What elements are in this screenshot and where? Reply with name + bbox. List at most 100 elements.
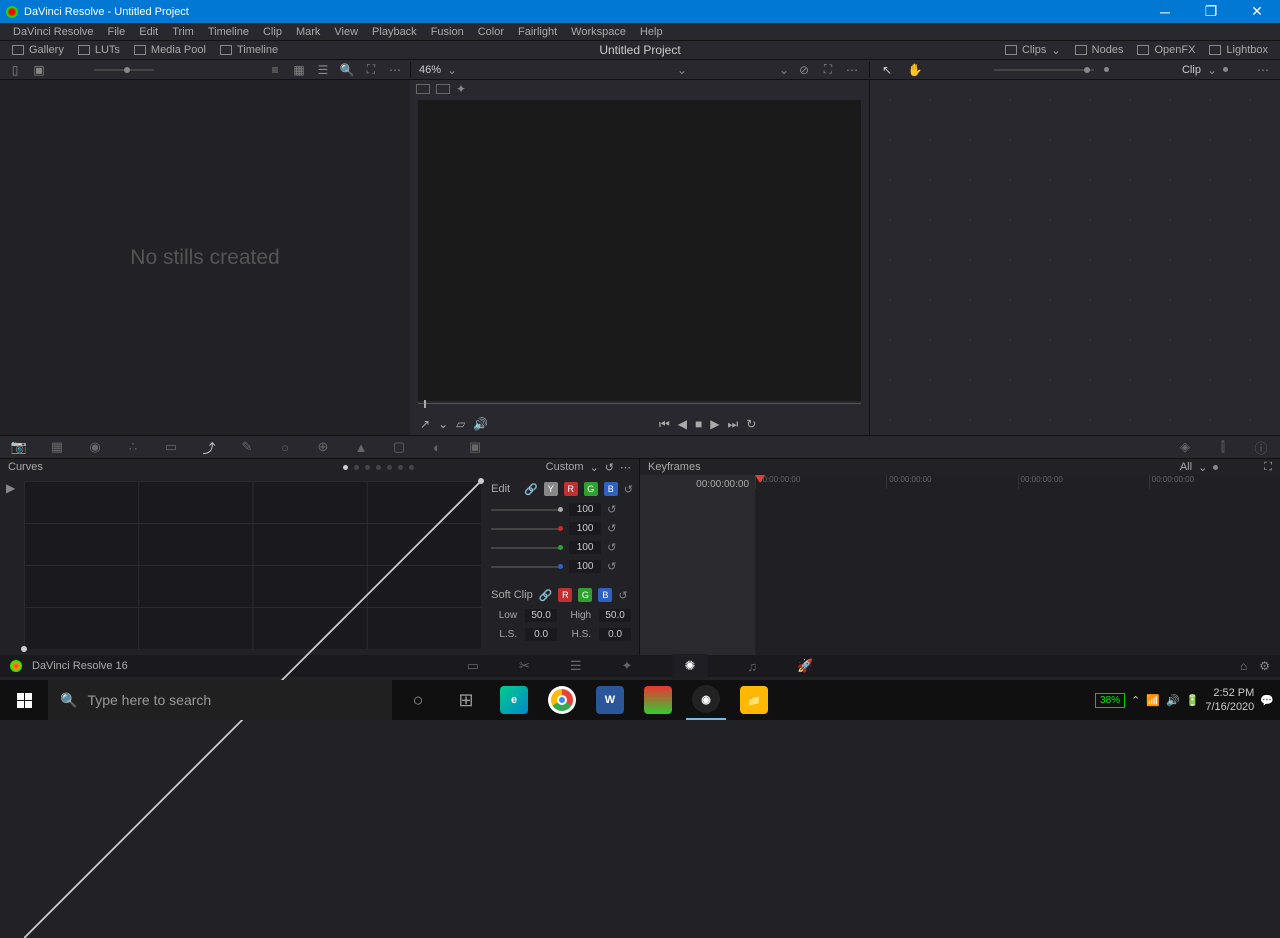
timeline-toggle[interactable]: Timeline xyxy=(214,42,284,58)
scopes-icon[interactable]: ⫿ xyxy=(1214,439,1232,455)
task-view-icon[interactable]: ⊞ xyxy=(446,680,486,720)
blur-icon[interactable]: ▢ xyxy=(390,439,408,455)
ls-value[interactable]: 0.0 xyxy=(525,628,557,641)
reset-icon[interactable]: ↺ xyxy=(607,522,616,535)
qualifier-icon[interactable]: ✎ xyxy=(238,439,256,455)
curves-mode-dropdown[interactable]: Custom xyxy=(546,461,584,473)
magic-mask-icon[interactable]: ▲ xyxy=(352,439,370,455)
more-icon[interactable]: ⋯ xyxy=(620,461,631,474)
chrome-app[interactable] xyxy=(542,680,582,720)
maximize-button[interactable]: ❐ xyxy=(1188,0,1234,23)
lum-slider[interactable] xyxy=(491,509,563,511)
davinci-app[interactable]: ◉ xyxy=(686,680,726,720)
high-value[interactable]: 50.0 xyxy=(599,609,631,622)
menu-edit[interactable]: Edit xyxy=(132,26,165,38)
menu-davinci[interactable]: DaVinci Resolve xyxy=(6,26,101,38)
menu-fairlight[interactable]: Fairlight xyxy=(511,26,564,38)
node-graph-panel[interactable] xyxy=(870,80,1280,435)
notifications-icon[interactable]: 💬 xyxy=(1260,694,1274,707)
expand-icon[interactable]: ⛶ xyxy=(362,62,380,78)
volume-icon[interactable]: 🔊 xyxy=(1166,694,1180,707)
color-page-icon[interactable]: ✺ xyxy=(672,654,707,678)
reset-icon[interactable]: ↺ xyxy=(618,589,627,602)
chevron-down-icon[interactable]: ⌄ xyxy=(590,461,599,474)
viewer-mode-dropdown[interactable]: ⌄ xyxy=(779,63,789,77)
battery-indicator[interactable]: 38% xyxy=(1095,693,1125,708)
sizing-icon[interactable]: ▣ xyxy=(466,439,484,455)
thumbnail-size-slider[interactable] xyxy=(94,69,154,71)
app-icon[interactable] xyxy=(638,680,678,720)
curve-graph[interactable] xyxy=(24,481,481,649)
bypass-icon[interactable]: ⊘ xyxy=(795,62,813,78)
low-value[interactable]: 50.0 xyxy=(525,609,557,622)
kf-filter-dropdown[interactable]: All xyxy=(1180,461,1192,473)
viewer-expand-icon[interactable]: ⛶ xyxy=(819,62,837,78)
menu-color[interactable]: Color xyxy=(471,26,511,38)
chevron-down-icon[interactable]: ⌄ xyxy=(1207,63,1217,77)
menu-view[interactable]: View xyxy=(327,26,365,38)
tracker-icon[interactable]: ⊕ xyxy=(314,439,332,455)
window-icon[interactable]: ○ xyxy=(276,439,294,455)
unmix-icon[interactable]: ▱ xyxy=(456,417,465,431)
list-view-icon[interactable]: ☰ xyxy=(314,62,332,78)
nodes-toggle[interactable]: Nodes xyxy=(1069,42,1130,58)
chevron-down-icon[interactable]: ⌄ xyxy=(447,63,457,77)
kf-expand-icon[interactable]: ⛶ xyxy=(1264,461,1272,474)
key-icon[interactable]: ◐ xyxy=(428,439,446,455)
lum-channel-button[interactable]: Y xyxy=(544,482,558,496)
pointer-icon[interactable]: ↖ xyxy=(878,62,896,78)
prev-clip-icon[interactable]: ⏮ xyxy=(659,417,670,432)
cortana-icon[interactable]: ○ xyxy=(398,680,438,720)
settings-icon[interactable]: ⚙ xyxy=(1259,659,1270,673)
menu-help[interactable]: Help xyxy=(633,26,670,38)
loop-icon[interactable]: ↻ xyxy=(746,417,756,431)
gallery-toggle[interactable]: Gallery xyxy=(6,42,70,58)
link-icon[interactable]: 🔗 xyxy=(539,589,553,602)
menu-workspace[interactable]: Workspace xyxy=(564,26,633,38)
taskbar-clock[interactable]: 2:52 PM 7/16/2020 xyxy=(1205,686,1254,715)
blue-value[interactable]: 100 xyxy=(569,560,601,573)
picker-icon[interactable]: ↗ xyxy=(420,417,430,431)
keyframe-track[interactable]: 00:00:00:00 00:00:00:00 00:00:00:00 00:0… xyxy=(755,475,1280,655)
taskbar-search[interactable]: 🔍 Type here to search xyxy=(48,680,392,720)
menu-mark[interactable]: Mark xyxy=(289,26,327,38)
green-channel-button[interactable]: G xyxy=(584,482,598,496)
cut-page-icon[interactable]: ✂ xyxy=(519,658,530,674)
home-icon[interactable]: ⌂ xyxy=(1240,659,1247,673)
image-wipe-icon[interactable] xyxy=(416,84,430,94)
motion-effects-icon[interactable]: ▭ xyxy=(162,439,180,455)
green-slider[interactable] xyxy=(491,547,563,549)
kf-playhead[interactable] xyxy=(755,475,765,483)
menu-fusion[interactable]: Fusion xyxy=(424,26,471,38)
rgb-mixer-icon[interactable]: ∴ xyxy=(124,439,142,455)
blue-slider[interactable] xyxy=(491,566,563,568)
tray-chevron-icon[interactable]: ⌃ xyxy=(1131,694,1140,707)
menu-trim[interactable]: Trim xyxy=(165,26,201,38)
play-reverse-icon[interactable]: ◀ xyxy=(678,417,687,431)
sc-red-button[interactable]: R xyxy=(558,588,572,602)
search-icon[interactable]: 🔍 xyxy=(338,62,356,78)
lightbox-toggle[interactable]: Lightbox xyxy=(1203,42,1274,58)
reset-icon[interactable]: ↺ xyxy=(607,541,616,554)
green-value[interactable]: 100 xyxy=(569,541,601,554)
pan-hand-icon[interactable]: ✋ xyxy=(906,62,924,78)
mediapool-toggle[interactable]: Media Pool xyxy=(128,42,212,58)
explorer-app[interactable]: 📁 xyxy=(734,680,774,720)
highlight-icon[interactable]: ✦ xyxy=(456,82,466,96)
sc-green-button[interactable]: G xyxy=(578,588,592,602)
still-grab-icon[interactable]: ▣ xyxy=(30,62,48,78)
stop-icon[interactable]: ■ xyxy=(695,417,702,431)
power-icon[interactable]: 🔋 xyxy=(1186,694,1200,707)
media-page-icon[interactable]: ▭ xyxy=(467,658,479,674)
wifi-icon[interactable]: 📶 xyxy=(1146,694,1160,707)
node-mode-label[interactable]: Clip xyxy=(1182,64,1201,76)
edit-page-icon[interactable]: ☰ xyxy=(570,658,582,674)
chevron-down-icon[interactable]: ⌄ xyxy=(438,417,448,431)
close-button[interactable]: ✕ xyxy=(1234,0,1280,23)
color-match-icon[interactable]: ▦ xyxy=(48,439,66,455)
curves-icon[interactable]: ⤴ xyxy=(200,439,218,455)
menu-playback[interactable]: Playback xyxy=(365,26,424,38)
hs-value[interactable]: 0.0 xyxy=(599,628,631,641)
audio-icon[interactable]: 🔊 xyxy=(473,417,488,431)
grid-view-icon[interactable]: ▦ xyxy=(290,62,308,78)
